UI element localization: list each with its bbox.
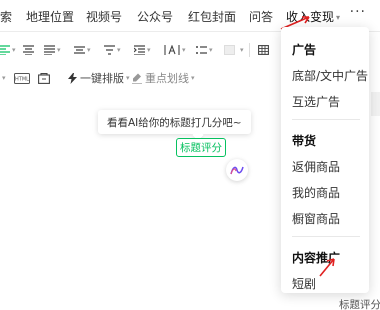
ai-title-tip-text: 看看AI给你的标题打几分吧~ (107, 116, 242, 129)
format-toolbar-row-2: ▾ HTML 一键排版 ▾ 重点划线 ▾ (0, 67, 281, 89)
menu-item-search[interactable]: 索 (0, 8, 12, 25)
ai-assistant-button[interactable] (226, 159, 248, 181)
menu-divider (292, 236, 360, 237)
format-toolbar-row-1: ▾ ▾ ▾ ▾ ▾ ▾ ▾ ▾ (0, 39, 281, 61)
align-justify-icon[interactable]: ▾ (44, 39, 61, 61)
title-score-button[interactable]: 标题评分 (176, 138, 226, 157)
background-panel-edge (371, 92, 380, 116)
section-header-ads: 广告 (292, 43, 317, 57)
more-icon[interactable]: ··· (350, 4, 366, 20)
align-left-icon[interactable]: ▾ (0, 39, 16, 61)
menu-item-my-products[interactable]: 我的商品 (292, 184, 340, 201)
line-height-icon[interactable]: ▾ (74, 39, 91, 61)
menu-item-location[interactable]: 地理位置 (26, 8, 74, 25)
menu-item-red-packet-cover[interactable]: 红包封面 (188, 8, 236, 25)
letter-spacing-icon[interactable]: ▾ (164, 39, 186, 61)
one-click-layout-label: 一键排版 (80, 72, 124, 85)
align-center-icon[interactable] (23, 39, 34, 61)
bullet-list-icon[interactable]: ▾ (196, 39, 213, 61)
title-score-label: 标题评分 (180, 142, 222, 154)
paragraph-spacing-icon[interactable]: ▾ (104, 39, 121, 61)
svg-text:HTML: HTML (15, 76, 29, 82)
ai-title-tip: 看看AI给你的标题打几分吧~ (98, 110, 251, 134)
menu-item-bottom-inline-ads[interactable]: 底部/文中广告 (292, 67, 368, 84)
clear-format-icon[interactable]: ▾ (224, 39, 244, 61)
html-icon[interactable]: HTML (14, 67, 30, 89)
menu-item-channels[interactable]: 视频号 (86, 8, 122, 25)
menu-item-short-drama[interactable]: 短剧 (292, 275, 316, 292)
ai-logo-icon (230, 166, 244, 175)
annotation-arrow-bottom (319, 258, 335, 277)
menu-item-official-account[interactable]: 公众号 (137, 8, 173, 25)
menu-item-commission-products[interactable]: 返佣商品 (292, 158, 340, 175)
toolbar-divider (249, 43, 250, 57)
menu-divider (292, 119, 360, 120)
monetize-dropdown-menu: 广告 底部/文中广告 互选广告 带货 返佣商品 我的商品 橱窗商品 内容推广 短… (281, 27, 369, 293)
highlight-button[interactable]: 重点划线 ▾ (132, 67, 195, 89)
one-click-layout-button[interactable]: 一键排版 ▾ (68, 67, 130, 89)
template-icon[interactable] (38, 67, 50, 89)
highlight-label: 重点划线 (145, 72, 189, 85)
menu-item-qa[interactable]: 问答 (249, 8, 273, 25)
table-icon[interactable] (258, 39, 269, 61)
lightning-icon (68, 72, 77, 84)
dropdown-caret-icon[interactable]: ▾ (0, 67, 6, 89)
section-header-commerce: 带货 (292, 134, 317, 148)
bottom-title-score-label: 标题评分 (339, 299, 380, 310)
editor-screen: 索 地理位置 视频号 公众号 红包封面 问答 收入变现 ▾ ··· ▾ ▾ ▾ ▾ (0, 0, 380, 310)
caret-down-icon: ▾ (336, 13, 341, 22)
highlight-pen-icon (132, 73, 142, 84)
menu-item-showcase-products[interactable]: 橱窗商品 (292, 210, 340, 227)
indent-icon[interactable]: ▾ (134, 39, 151, 61)
menu-item-mutual-select-ads[interactable]: 互选广告 (292, 93, 340, 110)
